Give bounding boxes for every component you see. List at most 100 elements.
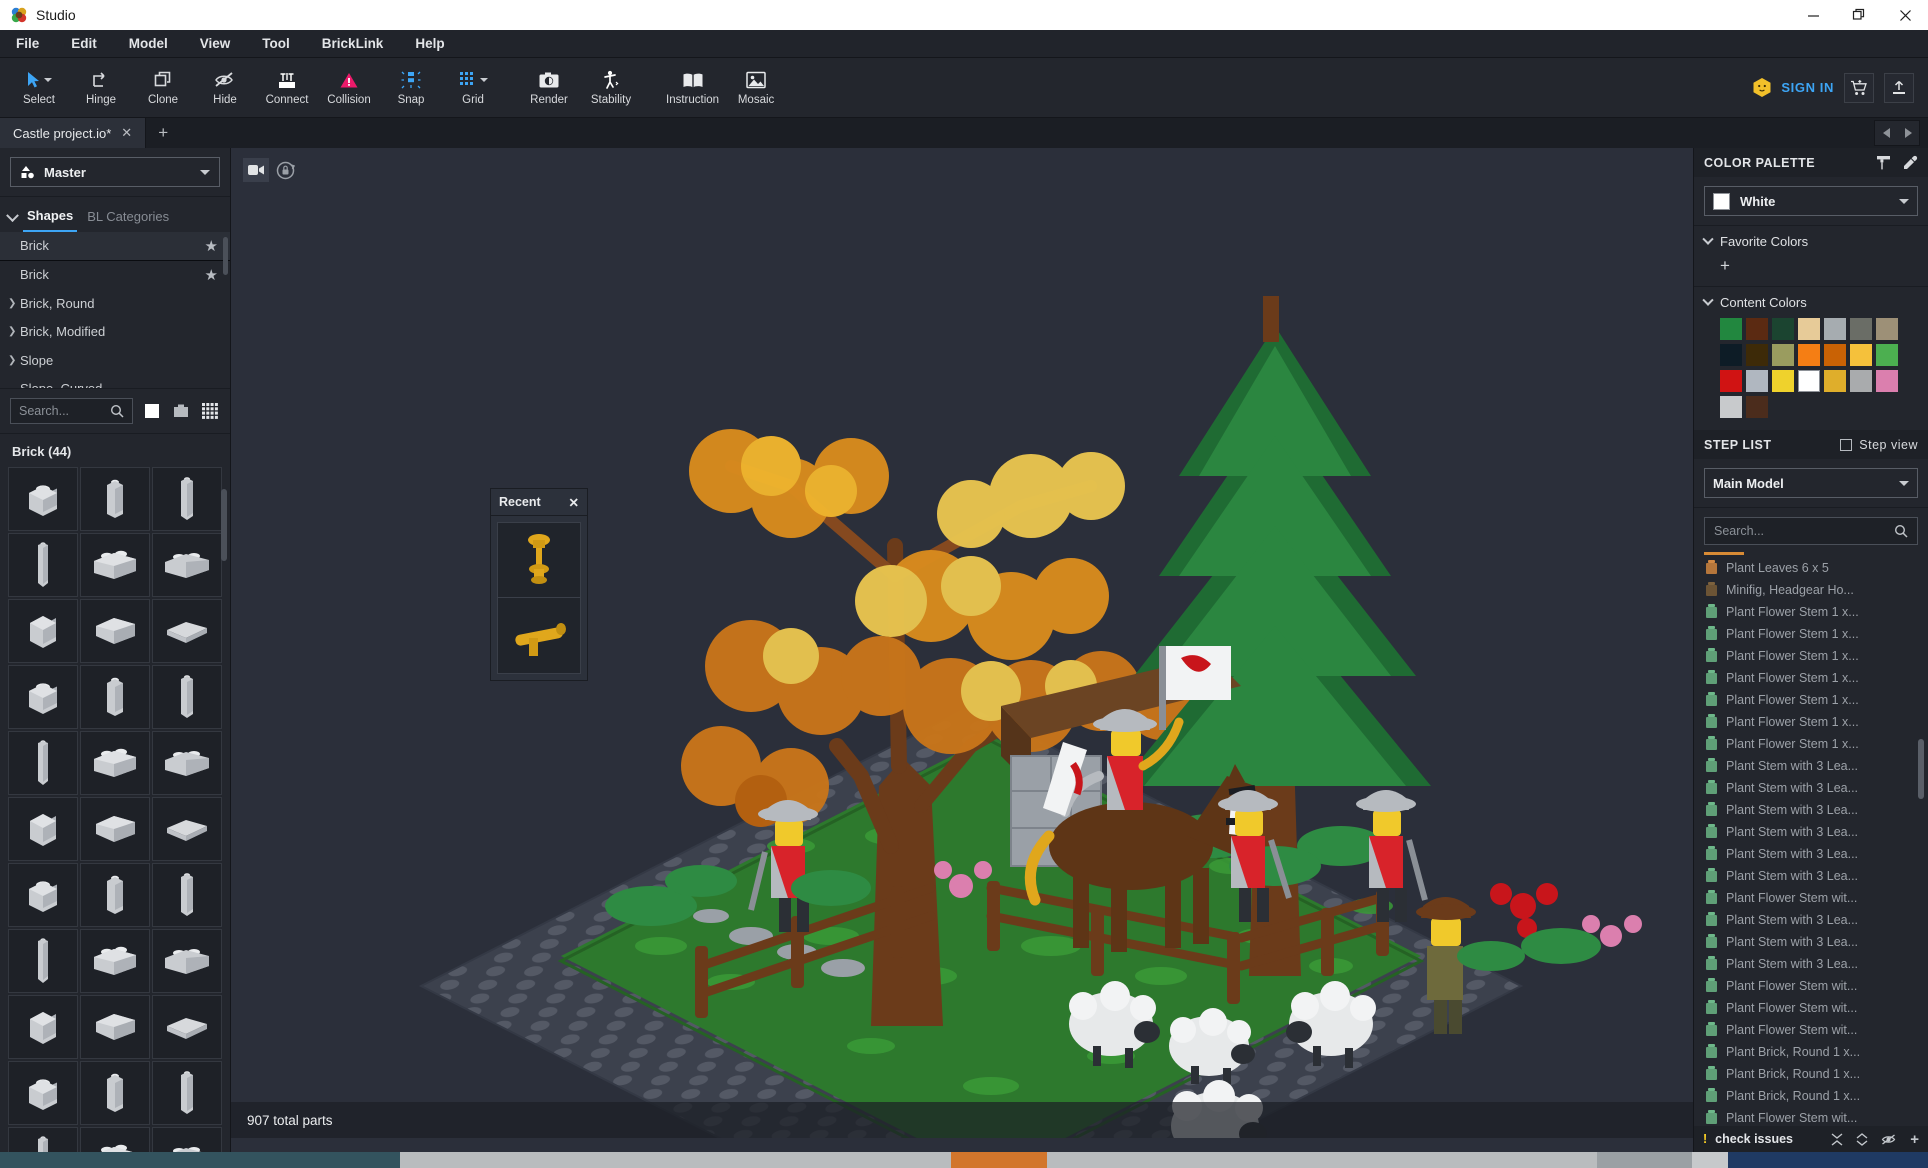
menu-file[interactable]: File — [0, 30, 55, 58]
search-icon[interactable] — [1894, 524, 1908, 538]
part-thumbnail-cell[interactable] — [80, 929, 150, 993]
tool-connect[interactable]: Connect — [256, 59, 318, 117]
step-list-item[interactable]: Plant Stem with 3 Lea... — [1700, 931, 1928, 953]
tool-instruction[interactable]: Instruction — [660, 59, 725, 117]
category-item-slope[interactable]: ❯ Slope — [0, 346, 230, 375]
content-color-swatch-20[interactable] — [1876, 370, 1898, 392]
content-color-swatch-5[interactable] — [1850, 318, 1872, 340]
tool-select[interactable]: Select — [8, 59, 70, 117]
tool-mosaic[interactable]: Mosaic — [725, 59, 787, 117]
step-list-item[interactable]: Plant Flower Stem 1 x... — [1700, 623, 1928, 645]
step-list-item[interactable]: Plant Flower Stem 1 x... — [1700, 733, 1928, 755]
tool-snap[interactable]: Snap — [380, 59, 442, 117]
content-color-swatch-17[interactable] — [1798, 370, 1820, 392]
part-thumbnail-cell[interactable] — [8, 1127, 78, 1152]
step-list-item[interactable]: Plant Brick, Round 1 x... — [1700, 1085, 1928, 1107]
part-thumbnail-cell[interactable] — [80, 1127, 150, 1152]
content-color-swatch-13[interactable] — [1876, 344, 1898, 366]
color-swatch-icon[interactable] — [142, 401, 162, 421]
part-thumbnail-cell[interactable] — [80, 995, 150, 1059]
search-icon[interactable] — [110, 404, 124, 418]
step-list-item[interactable]: Plant Stem with 3 Lea... — [1700, 799, 1928, 821]
sign-in-button[interactable]: SIGN IN — [1752, 77, 1834, 98]
step-list-items[interactable]: Plant Leaves 6 x 5 Minifig, Headgear Ho..… — [1694, 557, 1928, 1126]
part-thumbnail-cell[interactable] — [8, 929, 78, 993]
part-thumbnail-cell[interactable] — [152, 599, 222, 663]
cart-button[interactable] — [1844, 72, 1874, 103]
tab-bl-categories[interactable]: BL Categories — [83, 206, 173, 231]
reset-view-icon[interactable] — [272, 158, 298, 182]
step-list-item[interactable]: Plant Flower Stem wit... — [1700, 997, 1928, 1019]
part-thumbnail-cell[interactable] — [8, 731, 78, 795]
window-minimize-button[interactable] — [1790, 0, 1836, 30]
step-list-item[interactable]: Plant Stem with 3 Lea... — [1700, 865, 1928, 887]
close-icon[interactable]: ✕ — [569, 495, 579, 510]
plus-icon[interactable]: + — [1910, 1132, 1919, 1147]
part-thumbnail-cell[interactable] — [152, 797, 222, 861]
tool-clone[interactable]: Clone — [132, 59, 194, 117]
step-view-toggle[interactable]: Step view — [1840, 438, 1918, 452]
collapse-icon[interactable] — [1831, 1132, 1843, 1146]
step-list-item[interactable]: Plant Brick, Round 1 x... — [1700, 1041, 1928, 1063]
content-color-swatch-15[interactable] — [1746, 370, 1768, 392]
content-color-swatch-14[interactable] — [1720, 370, 1742, 392]
category-item-brick-1[interactable]: Brick ★ — [0, 232, 230, 261]
model-viewport[interactable]: Recent ✕ 907 total parts — [231, 148, 1693, 1152]
recent-part-lamppost[interactable] — [497, 522, 581, 598]
paint-roller-icon[interactable] — [1876, 155, 1891, 170]
step-list-item[interactable]: Plant Leaves 6 x 5 — [1700, 557, 1928, 579]
step-list-item[interactable]: Plant Flower Stem 1 x... — [1700, 711, 1928, 733]
part-thumbnail-cell[interactable] — [152, 731, 222, 795]
model-select[interactable]: Main Model — [1704, 468, 1918, 498]
step-search-input[interactable]: Search... — [1704, 517, 1918, 545]
document-tab-castle-project[interactable]: Castle project.io* ✕ — [0, 118, 147, 148]
part-thumbnail-cell[interactable] — [8, 797, 78, 861]
menu-tool[interactable]: Tool — [246, 30, 306, 58]
part-thumbnail-cell[interactable] — [8, 533, 78, 597]
step-list-item[interactable]: Plant Stem with 3 Lea... — [1700, 953, 1928, 975]
content-color-swatch-18[interactable] — [1824, 370, 1846, 392]
part-thumbnail-cell[interactable] — [8, 665, 78, 729]
eye-off-icon[interactable] — [1881, 1133, 1897, 1146]
part-thumbnail-cell[interactable] — [80, 467, 150, 531]
next-tab-icon[interactable] — [1897, 121, 1919, 145]
content-color-swatch-7[interactable] — [1720, 344, 1742, 366]
tab-shapes[interactable]: Shapes — [23, 205, 78, 232]
content-color-swatch-12[interactable] — [1850, 344, 1872, 366]
step-list-item[interactable]: Plant Flower Stem wit... — [1700, 975, 1928, 997]
content-color-swatch-2[interactable] — [1772, 318, 1794, 340]
favorite-colors-header[interactable]: Favorite Colors — [1702, 233, 1918, 252]
category-item-slope-curved[interactable]: Slope, Curved — [0, 375, 230, 388]
grid-view-icon[interactable] — [200, 401, 220, 421]
content-color-swatch-22[interactable] — [1746, 396, 1768, 418]
part-thumbnail-cell[interactable] — [80, 731, 150, 795]
step-list-item[interactable]: Plant Brick, Round 1 x... — [1700, 1063, 1928, 1085]
part-thumbnail-cell[interactable] — [8, 995, 78, 1059]
step-list-scrollbar[interactable] — [1918, 739, 1924, 799]
content-color-swatch-21[interactable] — [1720, 396, 1742, 418]
menu-help[interactable]: Help — [399, 30, 460, 58]
prev-tab-icon[interactable] — [1875, 121, 1897, 145]
step-list-item[interactable]: Plant Flower Stem 1 x... — [1700, 667, 1928, 689]
part-thumbnail-cell[interactable] — [152, 995, 222, 1059]
part-thumbnail-cell[interactable] — [8, 863, 78, 927]
chevron-down-icon[interactable] — [6, 209, 19, 223]
step-list-item[interactable]: Plant Flower Stem 1 x... — [1700, 601, 1928, 623]
step-list-item[interactable]: Plant Stem with 3 Lea... — [1700, 909, 1928, 931]
tool-stability[interactable]: Stability — [580, 59, 642, 117]
tool-hide[interactable]: Hide — [194, 59, 256, 117]
part-thumbnail-cell[interactable] — [80, 1061, 150, 1125]
part-thumbnail-cell[interactable] — [80, 863, 150, 927]
recent-part-bar-tee[interactable] — [497, 598, 581, 674]
step-view-checkbox[interactable] — [1840, 438, 1853, 451]
star-icon[interactable]: ★ — [205, 266, 218, 284]
star-icon[interactable]: ★ — [205, 237, 218, 255]
upload-button[interactable] — [1884, 72, 1914, 103]
part-view-icon[interactable] — [171, 401, 191, 421]
selected-color-dropdown[interactable]: White — [1704, 186, 1918, 216]
part-thumbnail-cell[interactable] — [152, 1127, 222, 1152]
add-favorite-color-button[interactable]: + — [1704, 252, 1918, 282]
content-color-swatch-0[interactable] — [1720, 318, 1742, 340]
parts-search-input[interactable]: Search... — [10, 398, 133, 424]
content-color-swatch-10[interactable] — [1798, 344, 1820, 366]
